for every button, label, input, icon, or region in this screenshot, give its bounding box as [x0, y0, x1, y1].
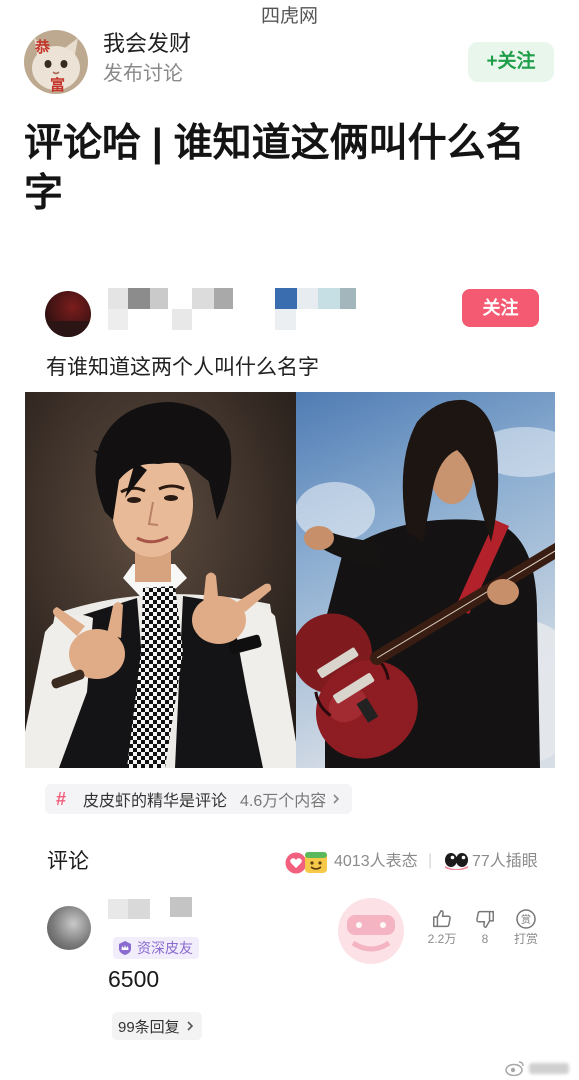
blur-pixel [297, 288, 318, 309]
topic-tag[interactable]: # 皮皮虾的精华是评论 4.6万个内容 [45, 784, 353, 814]
site-watermark: 四虎网 [260, 6, 318, 27]
author-action-label: 发布讨论 [103, 63, 183, 85]
watermark-handle-blurred [529, 1062, 569, 1074]
blur-pixel [275, 288, 297, 309]
replies-label: 99条回复 [118, 1018, 180, 1036]
dislike-button[interactable]: 8 [465, 908, 505, 952]
eyes-icon[interactable] [443, 852, 470, 871]
like-button[interactable]: 2.2万 [422, 908, 462, 952]
reward-glyph: 赏 [521, 914, 531, 926]
app-stamp-logo [333, 893, 409, 967]
shared-post-text: 有谁知道这两个人叫什么名字 [46, 356, 319, 379]
blur-pixel [128, 899, 150, 919]
heart-reaction-icon [285, 852, 307, 874]
right-guitarist-photo [296, 392, 555, 768]
thumbs-down-icon [476, 910, 494, 928]
topic-content-count: 4.6万个内容 [240, 793, 327, 810]
dislike-count: 8 [481, 932, 489, 946]
discussion-post-screen: 四虎网 恭 富 我会发财 发布讨论 +关注 评论哈 | 谁知道这俩叫什么名字 关… [0, 0, 579, 1080]
shared-post-photo[interactable] [25, 392, 555, 768]
comment-text: 6500 [108, 966, 160, 992]
left-portrait-photo [25, 392, 296, 768]
crown-shield-icon [119, 941, 131, 955]
stats-divider: | [428, 852, 433, 869]
shared-follow-button[interactable]: 关注 [462, 289, 539, 327]
reaction-count[interactable]: 4013人表态 [334, 851, 418, 873]
user-level-badge: 资深皮友 [113, 937, 199, 959]
blur-pixel [108, 899, 128, 919]
lucky-cat-avatar-icon: 恭 富 [24, 30, 88, 94]
reward-button[interactable]: 赏 打赏 [506, 908, 546, 952]
grin-emoji-icon [305, 852, 327, 873]
blur-pixel [275, 309, 296, 330]
post-title: 评论哈 | 谁知道这俩叫什么名字 [24, 122, 525, 215]
commenter-avatar[interactable] [47, 906, 91, 950]
weibo-icon [505, 1061, 524, 1076]
chevron-right-icon [186, 1020, 194, 1032]
blur-pixel [192, 288, 214, 309]
blurred-avatar-image [45, 291, 91, 337]
shared-post-avatar[interactable] [45, 291, 91, 337]
blur-pixel [318, 288, 340, 309]
author-name[interactable]: 我会发财 [103, 31, 191, 57]
blur-pixel [170, 897, 192, 917]
weibo-watermark [505, 1059, 573, 1077]
blur-pixel [172, 309, 192, 330]
topic-name: 皮皮虾的精华是评论 [83, 793, 228, 810]
blur-pixel [108, 309, 128, 330]
reaction-icons[interactable] [285, 849, 331, 875]
blur-pixel [340, 288, 356, 309]
blurred-username[interactable] [108, 283, 378, 333]
thumbs-up-icon [433, 910, 451, 928]
blur-pixel [150, 288, 168, 309]
blur-pixel [108, 288, 128, 309]
view-replies-button[interactable]: 99条回复 [112, 1012, 202, 1040]
hash-icon: # [56, 788, 67, 809]
avatar-lettering-top: 恭 [34, 38, 51, 56]
blurred-commenter-name[interactable] [108, 897, 198, 919]
blur-pixel [128, 288, 150, 309]
blur-pixel [214, 288, 233, 309]
reward-label: 打赏 [513, 932, 538, 946]
chevron-right-icon [332, 793, 340, 805]
comments-heading: 评论 [47, 850, 89, 873]
watch-count[interactable]: 77人插眼 [472, 851, 538, 873]
follow-button[interactable]: +关注 [468, 42, 554, 82]
badge-label: 资深皮友 [137, 940, 193, 956]
two-person-photo-image [25, 392, 555, 768]
avatar-lettering-bottom: 富 [50, 76, 65, 94]
author-avatar[interactable]: 恭 富 [24, 30, 88, 94]
reward-coin-icon: 赏 [516, 909, 536, 929]
like-count: 2.2万 [427, 932, 457, 946]
